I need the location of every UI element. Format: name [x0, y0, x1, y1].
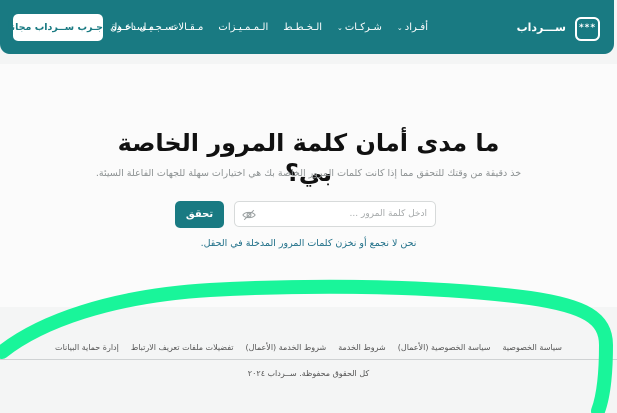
chevron-down-icon: ⌄ [396, 24, 403, 32]
page-title: ما مدى أمان كلمة المرور الخاصة بي؟ [0, 128, 617, 188]
nav-item-plans[interactable]: الـخـطـط [283, 22, 322, 33]
hero-subtext: خذ دقيقة من وقتك للتحقق مما إذا كانت كلم… [95, 168, 522, 179]
nav-item-label: أفـراد [404, 22, 428, 33]
footer-link-terms[interactable]: شروط الخدمة [338, 343, 386, 352]
footer-divider [0, 359, 617, 360]
check-button[interactable]: تحقق [175, 201, 224, 228]
chevron-down-icon: ⌄ [337, 24, 343, 32]
footer-link-terms-business[interactable]: شروط الخدمة (الأعمال) [245, 343, 326, 352]
footer-links: سياسة الخصوصية سياسة الخصوصية (الأعمال) … [0, 343, 617, 352]
footer-link-cookies[interactable]: تفضيلات ملفات تعريف الارتباط [131, 343, 234, 352]
try-free-button[interactable]: جـرب ســرداب مجاناً [8, 14, 103, 41]
login-link[interactable]: تسـجـيـل دخـول [110, 22, 177, 33]
footer-link-data-protection[interactable]: إدارة حماية البيانات [55, 343, 119, 352]
top-navbar: *** ســـرداب أفـراد⌄ شـركـات⌄ الـخـطـط ا… [0, 0, 614, 54]
privacy-note: نحن لا نجمع أو نخزن كلمات المرور المدخلة… [200, 238, 417, 249]
nav-item-individuals[interactable]: أفـراد⌄ [397, 22, 428, 33]
title-line-1: ما مدى أمان كلمة المرور الخاصة [117, 129, 500, 157]
brand-name[interactable]: ســـرداب [517, 21, 566, 34]
password-input[interactable] [277, 206, 427, 222]
nav-item-features[interactable]: الـمـمـيـزات [218, 22, 268, 33]
password-field[interactable] [234, 201, 436, 227]
nav-item-companies[interactable]: شـركـات⌄ [337, 22, 382, 33]
copyright: كل الحقوق محفوظة. ســرداب ٢٠٢٤ [247, 369, 370, 378]
eye-slash-icon[interactable] [242, 208, 256, 222]
logo-icon[interactable]: *** [575, 17, 600, 41]
nav-item-label: شـركـات [344, 22, 382, 33]
footer-link-privacy[interactable]: سياسة الخصوصية [502, 343, 561, 352]
footer-link-privacy-business[interactable]: سياسة الخصوصية (الأعمال) [398, 343, 491, 352]
